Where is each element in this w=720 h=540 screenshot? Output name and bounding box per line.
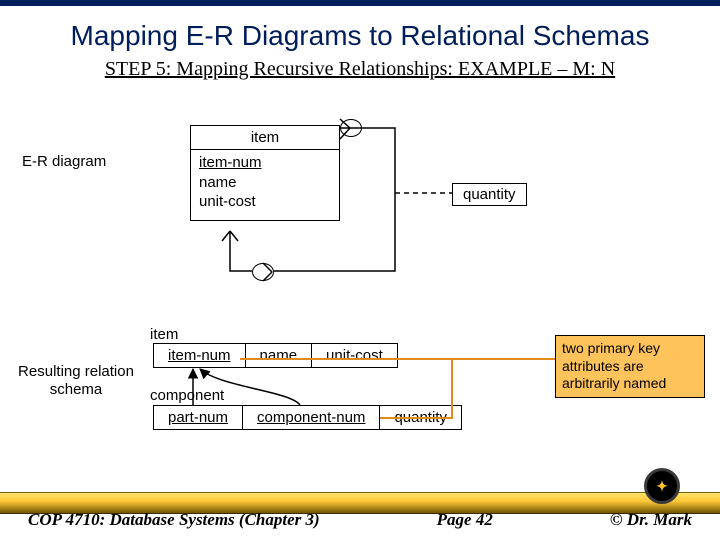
annotation-note: two primary key attributes are arbitrari… xyxy=(555,335,705,398)
relation-table-component: part-num component-num quantity xyxy=(153,405,462,430)
relationship-circle-icon xyxy=(340,119,362,137)
ucf-logo-icon: ✦ xyxy=(644,468,680,504)
relationship-attribute: quantity xyxy=(452,183,527,206)
table-label-item: item xyxy=(150,326,178,343)
slide-title: Mapping E-R Diagrams to Relational Schem… xyxy=(0,6,720,58)
footer-page: Page 42 xyxy=(437,510,493,530)
entity-attrs: item-num name unit-cost xyxy=(191,150,339,220)
entity-name: item xyxy=(191,126,339,150)
footer-author: © Dr. Mark xyxy=(610,510,692,530)
relation-table-item: item-num name unit-cost xyxy=(153,343,398,368)
result-schema-label: Resulting relation schema xyxy=(16,363,136,399)
slide-subtitle: STEP 5: Mapping Recursive Relationships:… xyxy=(0,58,720,81)
entity-item: item item-num name unit-cost xyxy=(190,125,340,221)
table-label-component: component xyxy=(150,387,224,404)
footer-left: COP 4710: Database Systems (Chapter 3) xyxy=(28,510,320,530)
diagram-canvas: E-R diagram item item-num name unit-cost… xyxy=(0,91,720,461)
er-diagram-label: E-R diagram xyxy=(22,153,106,170)
relationship-circle-icon xyxy=(252,263,274,281)
slide-footer: ✦ COP 4710: Database Systems (Chapter 3)… xyxy=(0,492,720,530)
